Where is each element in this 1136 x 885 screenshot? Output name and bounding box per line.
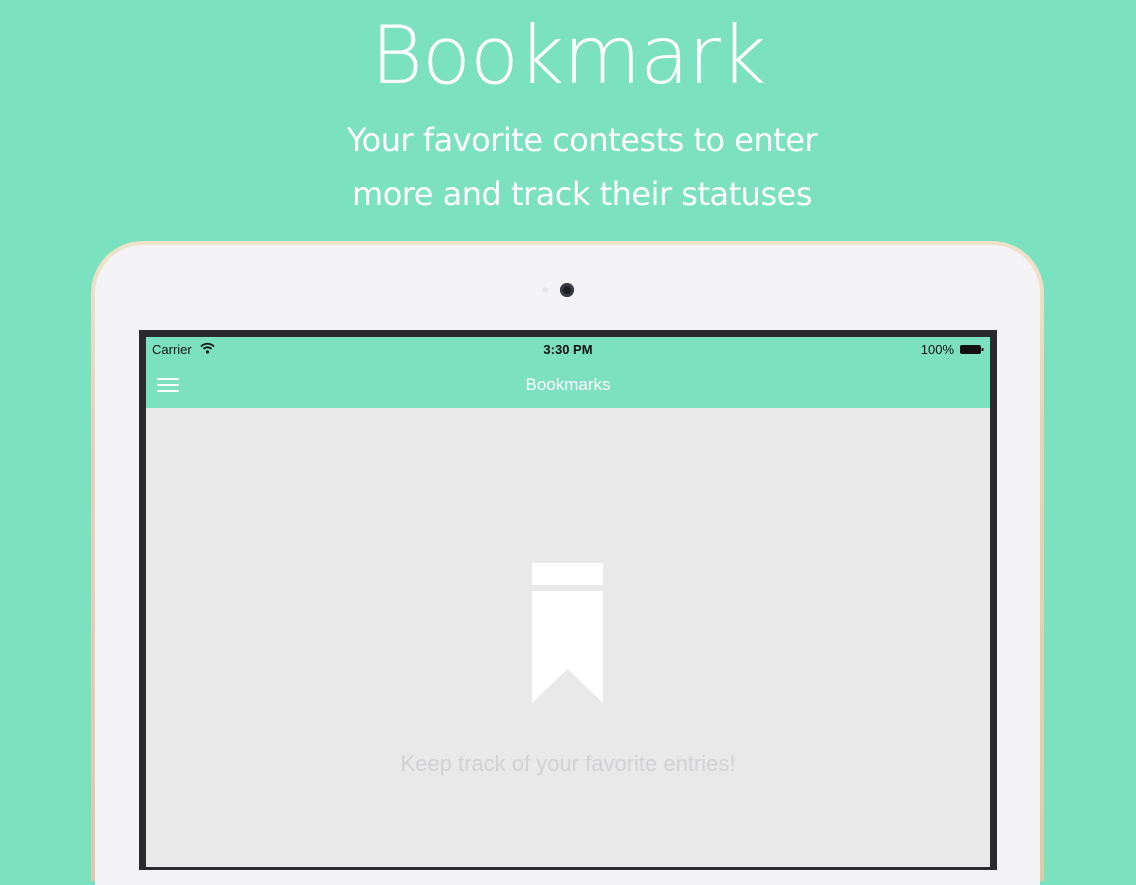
status-battery-percent: 100% bbox=[920, 342, 954, 357]
bookmark-icon bbox=[532, 563, 603, 703]
nav-title: Bookmarks bbox=[525, 375, 611, 394]
navigation-bar: Bookmarks bbox=[146, 361, 990, 408]
empty-state-message: Keep track of your favorite entries! bbox=[400, 751, 736, 776]
status-time: 3:30 PM bbox=[543, 342, 593, 357]
battery-icon bbox=[960, 345, 984, 354]
promo-title: Bookmark bbox=[370, 9, 767, 102]
status-bar: Carrier 3:30 PM 100% bbox=[146, 337, 990, 361]
camera-icon bbox=[560, 283, 574, 297]
promo-subtitle-line-1: Your favorite contests to enter bbox=[346, 121, 818, 159]
light-sensor bbox=[542, 287, 548, 293]
app-screen: Carrier 3:30 PM 100% Bookmarks Keep trac… bbox=[146, 337, 990, 867]
promo-subtitle-line-2: more and track their statuses bbox=[352, 175, 812, 213]
